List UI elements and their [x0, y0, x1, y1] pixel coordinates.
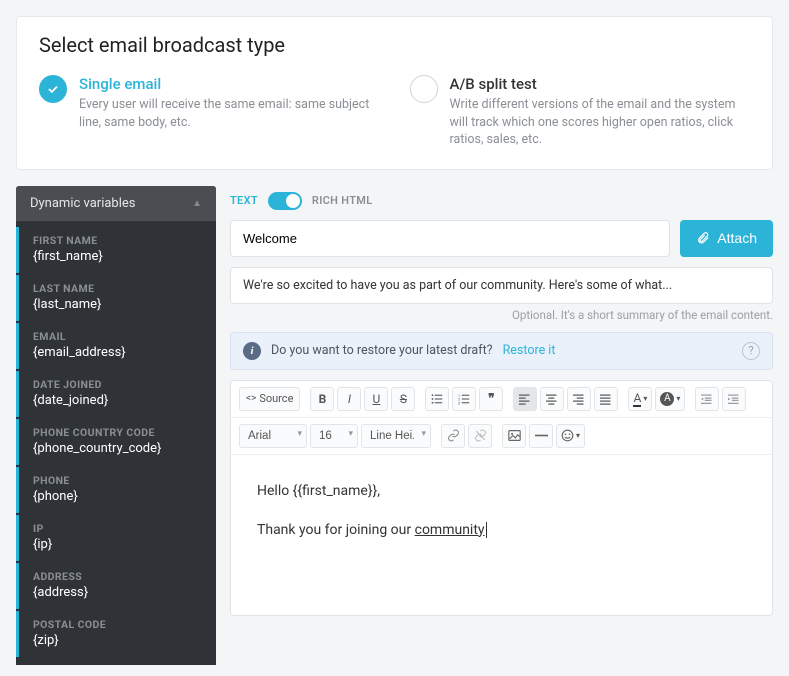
text-cursor: [486, 522, 487, 538]
restore-draft-bar: i Do you want to restore your latest dra…: [230, 332, 773, 370]
type-option-ab[interactable]: A/B split test Write different versions …: [410, 75, 751, 149]
hr-button[interactable]: [529, 424, 553, 448]
radio-checked-icon[interactable]: [39, 75, 67, 103]
align-right-button[interactable]: [567, 387, 591, 411]
option-title: Single email: [79, 75, 380, 93]
toggle-label-rich[interactable]: RICH HTML: [312, 194, 373, 207]
var-item-last-name[interactable]: LAST NAME{last_name}: [16, 275, 216, 321]
source-button[interactable]: <>Source: [239, 387, 300, 411]
image-button[interactable]: [502, 424, 526, 448]
toggle-knob: [286, 194, 300, 208]
type-option-single[interactable]: Single email Every user will receive the…: [39, 75, 380, 149]
restore-text: Do you want to restore your latest draft…: [271, 343, 493, 358]
info-icon: i: [243, 342, 261, 360]
var-item-phone[interactable]: PHONE{phone}: [16, 467, 216, 513]
option-desc: Every user will receive the same email: …: [79, 96, 380, 131]
var-item-address[interactable]: ADDRESS{address}: [16, 563, 216, 609]
bg-color-button[interactable]: A▾: [655, 387, 685, 411]
var-item-first-name[interactable]: FIRST NAME{first_name}: [16, 227, 216, 273]
emoji-button[interactable]: ▾: [556, 424, 585, 448]
body-line-1: Hello {{first_name}},: [257, 479, 746, 504]
sidebar-header[interactable]: Dynamic variables ▲: [16, 186, 216, 221]
option-title: A/B split test: [450, 75, 751, 93]
var-item-ip[interactable]: IP{ip}: [16, 515, 216, 561]
lineheight-select[interactable]: Line Hei...: [361, 424, 431, 448]
editor-toolbar-1: <>Source B I U S 123 ❞ A▾ A▾: [231, 381, 772, 418]
var-item-postal[interactable]: POSTAL CODE{zip}: [16, 611, 216, 657]
dynamic-variables-sidebar: Dynamic variables ▲ FIRST NAME{first_nam…: [16, 186, 216, 665]
type-options-row: Single email Every user will receive the…: [39, 75, 750, 149]
link-button[interactable]: [441, 424, 465, 448]
editor-column: TEXT RICH HTML Attach We're so excited t…: [230, 186, 773, 665]
option-desc: Write different versions of the email an…: [450, 96, 751, 149]
bold-button[interactable]: B: [310, 387, 334, 411]
broadcast-type-card: Select email broadcast type Single email…: [16, 16, 773, 170]
summary-hint: Optional. It's a short summary of the em…: [230, 308, 773, 322]
page-title: Select email broadcast type: [39, 33, 750, 57]
editor-body[interactable]: Hello {{first_name}}, Thank you for join…: [231, 455, 772, 615]
radio-unchecked-icon[interactable]: [410, 75, 438, 103]
toggle-label-text[interactable]: TEXT: [230, 194, 258, 207]
quote-button[interactable]: ❞: [479, 387, 503, 411]
underline-button[interactable]: U: [364, 387, 388, 411]
strike-button[interactable]: S: [391, 387, 415, 411]
svg-text:3: 3: [458, 401, 460, 405]
sidebar-title: Dynamic variables: [30, 196, 136, 211]
summary-input[interactable]: We're so excited to have you as part of …: [230, 267, 773, 304]
var-item-email[interactable]: EMAIL{email_address}: [16, 323, 216, 369]
attach-button[interactable]: Attach: [680, 220, 773, 257]
editor-toolbar-2: Arial 16 Line Hei... ▾: [231, 418, 772, 455]
subject-input[interactable]: [230, 220, 670, 257]
paperclip-icon: [696, 231, 710, 245]
subject-row: Attach: [230, 220, 773, 257]
align-justify-button[interactable]: [594, 387, 618, 411]
format-toggle-row: TEXT RICH HTML: [230, 186, 773, 220]
number-list-button[interactable]: 123: [452, 387, 476, 411]
rich-editor: <>Source B I U S 123 ❞ A▾ A▾: [230, 380, 773, 616]
align-center-button[interactable]: [540, 387, 564, 411]
text-color-button[interactable]: A▾: [628, 387, 652, 411]
font-select[interactable]: Arial: [239, 424, 307, 448]
var-item-phone-cc[interactable]: PHONE COUNTRY CODE{phone_country_code}: [16, 419, 216, 465]
indent-button[interactable]: [722, 387, 746, 411]
fontsize-select[interactable]: 16: [310, 424, 358, 448]
restore-link[interactable]: Restore it: [503, 343, 556, 358]
body-line-2: Thank you for joining our community: [257, 518, 746, 543]
italic-button[interactable]: I: [337, 387, 361, 411]
collapse-icon[interactable]: ▲: [192, 198, 202, 209]
align-left-button[interactable]: [513, 387, 537, 411]
help-icon[interactable]: ?: [742, 342, 760, 360]
main-row: Dynamic variables ▲ FIRST NAME{first_nam…: [16, 186, 773, 665]
outdent-button[interactable]: [695, 387, 719, 411]
unlink-button[interactable]: [468, 424, 492, 448]
format-toggle[interactable]: [268, 192, 302, 210]
variable-list: FIRST NAME{first_name} LAST NAME{last_na…: [16, 221, 216, 665]
bullet-list-button[interactable]: [425, 387, 449, 411]
var-item-date-joined[interactable]: DATE JOINED{date_joined}: [16, 371, 216, 417]
